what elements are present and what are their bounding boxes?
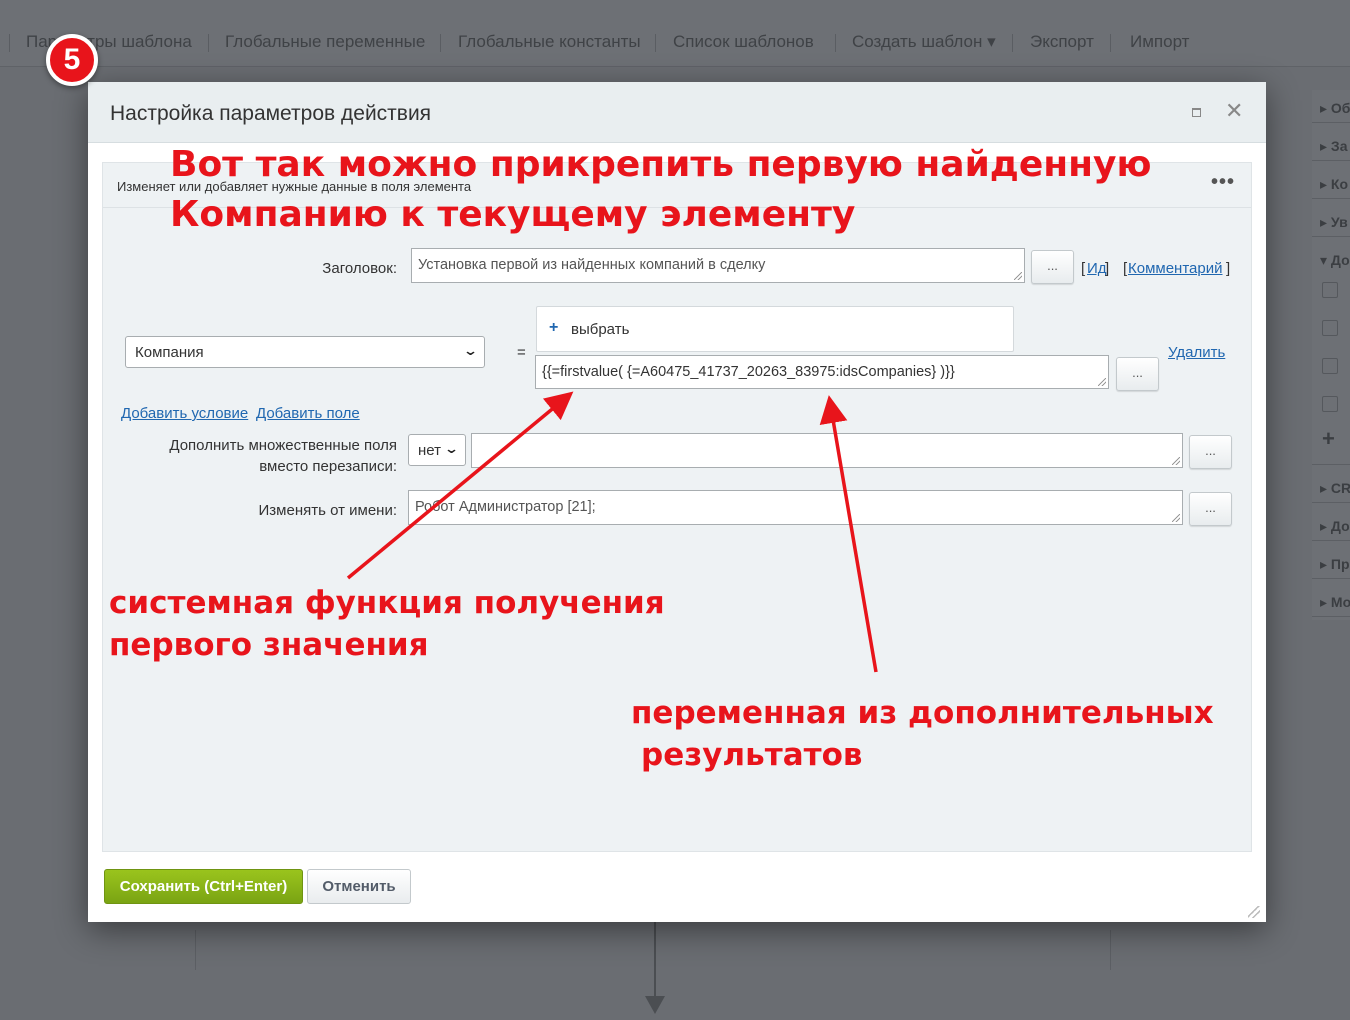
sidebar-item[interactable]: ▾ До [1320,252,1350,269]
menu-separator [655,34,656,52]
append-picker-button[interactable]: ... [1189,435,1232,469]
menu-global-variables[interactable]: Глобальные переменные [225,32,425,52]
sidebar-item[interactable]: ▸ Об [1320,100,1350,117]
plus-icon[interactable]: + [1322,426,1335,452]
plus-icon: + [549,319,559,336]
resize-handle-icon[interactable] [1248,906,1260,918]
dialog-header: Настройка параметров действия ✕ [88,82,1266,143]
menu-template-list[interactable]: Список шаблонов [673,32,814,52]
activity-sidebar: ▸ Об ▸ За ▸ Ко ▸ Ув ▾ До + ▸ CR ▸ До ▸ П… [1312,90,1350,620]
modify-by-picker-button[interactable]: ... [1189,492,1232,526]
modify-by-label: Изменять от имени: [258,502,398,519]
sidebar-item[interactable]: ▸ Ко [1320,176,1348,193]
menu-export[interactable]: Экспорт [1030,32,1094,52]
add-condition-link[interactable]: Добавить условие [121,405,248,422]
menu-separator [9,34,10,52]
annotation-variable: переменная из дополнительных результатов [631,695,1214,773]
dialog-title: Настройка параметров действия [110,102,432,125]
id-link[interactable]: Ид [1087,260,1107,277]
menu-separator [208,34,209,52]
comment-link[interactable]: Комментарий [1128,260,1222,277]
cancel-button[interactable]: Отменить [307,869,411,904]
menu-separator [1110,34,1111,52]
chevron-down-icon: ⌄ [443,441,460,456]
flow-edge [195,930,196,970]
activity-icon[interactable] [1322,282,1338,298]
chevron-down-icon: ⌄ [462,343,479,358]
annotation-function: системная функция получения первого знач… [109,585,665,663]
menu-import[interactable]: Импорт [1130,32,1189,52]
field-select[interactable]: Компания ⌄ [125,336,485,368]
save-button[interactable]: Сохранить (Ctrl+Enter) [104,869,303,904]
sidebar-item[interactable]: ▸ За [1320,138,1347,155]
menu-separator [835,34,836,52]
expression-picker-button[interactable]: ... [1116,357,1159,391]
maximize-icon[interactable] [1192,108,1201,117]
pick-label: выбрать [571,321,630,338]
flow-connector [654,922,656,1002]
append-label: Дополнить множественные поля вместо пере… [169,437,397,475]
annotation-title: Вот так можно прикрепить первую найденну… [170,144,1152,235]
modify-by-input[interactable]: Робот Администратор [21]; [408,490,1183,525]
menu-create-template[interactable]: Создать шаблон ▾ [852,32,996,52]
flow-arrow-icon [645,996,665,1014]
step-badge: 5 [46,34,98,86]
sidebar-item[interactable]: ▸ CR [1320,480,1350,497]
delete-link[interactable]: Удалить [1168,344,1225,361]
append-input[interactable] [471,433,1183,468]
append-select[interactable]: нет ⌄ [408,434,466,466]
value-picker[interactable]: + выбрать [536,306,1014,352]
menu-separator [440,34,441,52]
header-label: Заголовок: [322,260,397,277]
top-menu: Параметры шаблона Глобальные переменные … [0,0,1350,67]
equals-sign: = [517,344,526,361]
close-icon[interactable]: ✕ [1225,98,1243,124]
flow-edge [1110,930,1111,970]
sidebar-item[interactable]: ▸ До [1320,518,1350,535]
menu-separator [1012,34,1013,52]
sidebar-item[interactable]: ▸ Мо [1320,594,1350,611]
add-field-link[interactable]: Добавить поле [256,405,360,422]
sidebar-item[interactable]: ▸ Пр [1320,556,1350,573]
activity-icon[interactable] [1322,358,1338,374]
activity-icon[interactable] [1322,396,1338,412]
expression-input[interactable]: {{=firstvalue( {=A60475_41737_20263_8397… [535,355,1109,389]
header-input[interactable]: Установка первой из найденных компаний в… [411,248,1025,283]
header-picker-button[interactable]: ... [1031,250,1074,284]
more-icon[interactable]: ••• [1211,171,1235,194]
sidebar-item[interactable]: ▸ Ув [1320,214,1348,231]
activity-icon[interactable] [1322,320,1338,336]
menu-global-constants[interactable]: Глобальные константы [458,32,641,52]
